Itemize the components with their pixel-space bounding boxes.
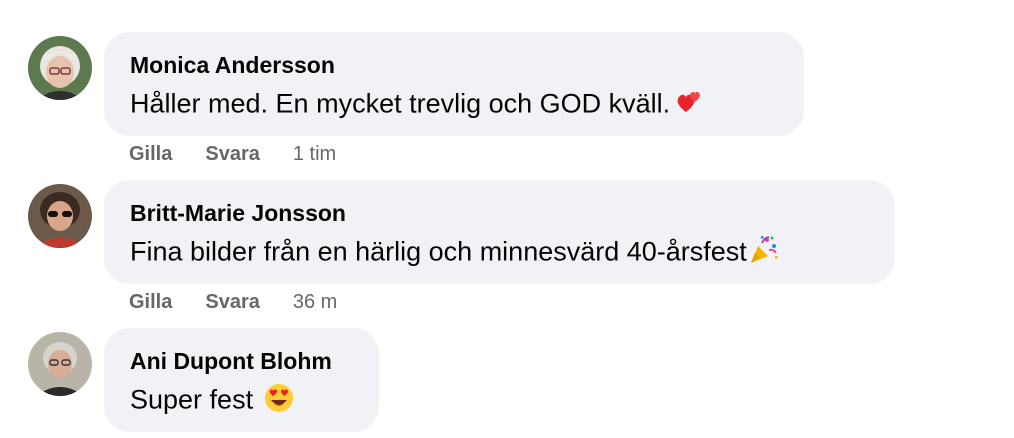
reply-button[interactable]: Svara xyxy=(205,143,260,166)
comment-bubble: Monica Andersson Håller med. En mycket t… xyxy=(104,32,804,136)
like-button[interactable]: Gilla xyxy=(129,143,172,166)
avatar-photo-icon xyxy=(28,184,92,248)
comment-text-content: Super fest xyxy=(130,384,254,415)
comment-text: Håller med. En mycket trevlig och GOD kv… xyxy=(130,86,706,125)
avatar-photo-icon xyxy=(28,36,92,100)
comment-text-content: Fina bilder från en härlig och minnesvär… xyxy=(130,236,747,267)
timestamp[interactable]: 1 tim xyxy=(293,143,336,166)
comment-author[interactable]: Britt-Marie Jonsson xyxy=(130,200,346,227)
comment-text-content: Håller med. En mycket trevlig och GOD kv… xyxy=(130,88,671,119)
timestamp[interactable]: 36 m xyxy=(293,291,337,314)
comment-author[interactable]: Ani Dupont Blohm xyxy=(130,348,332,375)
avatar[interactable] xyxy=(28,184,92,248)
two-hearts-icon xyxy=(674,86,706,125)
avatar-photo-icon xyxy=(28,332,92,396)
comment-bubble: Ani Dupont Blohm Super fest xyxy=(104,328,379,432)
comment-text: Super fest xyxy=(130,382,295,421)
comment-author[interactable]: Monica Andersson xyxy=(130,52,335,79)
reply-button[interactable]: Svara xyxy=(205,291,260,314)
avatar[interactable] xyxy=(28,36,92,100)
comment-text: Fina bilder från en härlig och minnesvär… xyxy=(130,234,779,273)
heart-eyes-face-icon xyxy=(263,382,295,421)
comment-actions: Gilla Svara 36 m xyxy=(129,291,337,314)
avatar[interactable] xyxy=(28,332,92,396)
like-button[interactable]: Gilla xyxy=(129,291,172,314)
comment-actions: Gilla Svara 1 tim xyxy=(129,143,336,166)
comment-bubble: Britt-Marie Jonsson Fina bilder från en … xyxy=(104,180,895,284)
party-popper-icon xyxy=(747,234,779,273)
